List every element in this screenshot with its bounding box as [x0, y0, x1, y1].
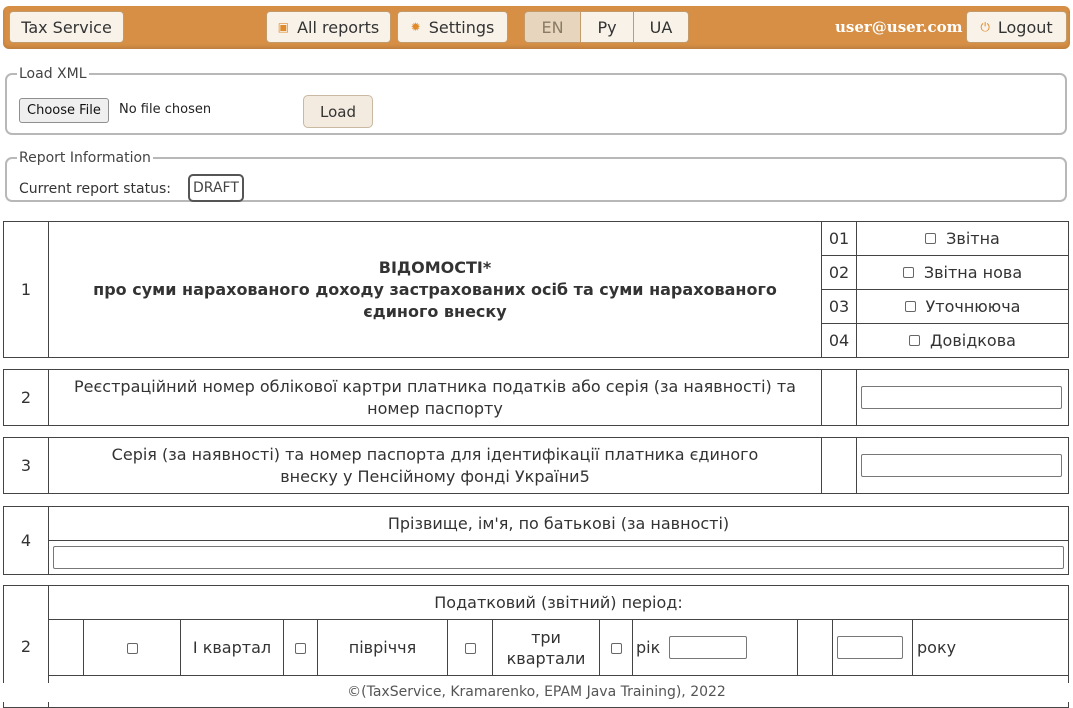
three-q-checkbox-cell — [447, 619, 493, 676]
q1-label: І квартал — [180, 619, 284, 676]
load-xml-legend: Load XML — [19, 66, 87, 82]
settings-label: Settings — [428, 17, 495, 37]
brand-label: Tax Service — [21, 17, 112, 37]
document-icon: ▣ — [277, 20, 290, 34]
half-checkbox-cell — [283, 619, 318, 676]
footer: ©(TaxService, Kramarenko, EPAM Java Trai… — [0, 683, 1073, 702]
full-name-input[interactable] — [53, 546, 1064, 569]
row-number: 1 — [3, 221, 49, 358]
user-email: user@user.com — [835, 18, 963, 36]
full-name-cell — [48, 540, 1069, 575]
q1-checkbox-cell — [83, 619, 181, 676]
tax-number-cell — [856, 369, 1069, 426]
full-name-label: Прізвище, ім'я, по батькові (за навності… — [48, 506, 1069, 541]
full-name-table: 4 Прізвище, ім'я, по батькові (за навнос… — [3, 506, 1069, 575]
all-reports-button[interactable]: ▣ All reports — [266, 11, 391, 43]
option-code: 04 — [821, 323, 857, 358]
year-input-cell — [832, 619, 913, 676]
status-badge: DRAFT — [188, 174, 244, 202]
utochnyuyucha-label: Уточнююча — [925, 297, 1021, 316]
dovidkova-checkbox[interactable] — [909, 335, 921, 346]
load-button[interactable]: Load — [303, 95, 373, 128]
report-info-section: Report Information Current report status… — [5, 150, 1067, 202]
load-xml-section: Load XML Choose File No file chosen Load — [5, 66, 1067, 135]
tax-number-input[interactable] — [861, 386, 1062, 409]
year-cell: рік — [632, 619, 798, 676]
lang-ua-button[interactable]: UA — [633, 11, 689, 43]
empty-cell — [797, 619, 833, 676]
row-number: 4 — [3, 506, 49, 575]
passport-table: 3 Серія (за наявності) та номер паспорта… — [3, 437, 1069, 494]
year-input-1[interactable] — [669, 636, 748, 659]
option-code: 02 — [821, 255, 857, 290]
lang-ru-button[interactable]: Ру — [580, 11, 634, 43]
year-suffix-label: року — [912, 619, 1069, 676]
report-title-line2: про суми нарахованого доходу застрахован… — [93, 279, 777, 321]
year-input-2[interactable] — [837, 636, 903, 659]
three-quarters-label: три квартали — [492, 619, 600, 676]
period-label: Податковий (звітний) період: — [48, 585, 1069, 620]
year-checkbox-cell — [599, 619, 633, 676]
year-checkbox[interactable] — [610, 643, 622, 654]
tax-number-table: 2 Реєстраційний номер облікової картри п… — [3, 369, 1069, 426]
option-code: 03 — [821, 289, 857, 324]
q1-checkbox[interactable] — [126, 643, 138, 654]
option-zvitna-nova[interactable]: Звітна нова — [856, 255, 1069, 290]
power-icon: ⏻ — [980, 20, 990, 34]
status-label: Current report status: — [19, 181, 171, 197]
logout-button[interactable]: ⏻ Logout — [966, 11, 1067, 43]
half-year-checkbox[interactable] — [295, 643, 306, 654]
language-switcher: EN Ру UA — [524, 11, 689, 43]
choose-file-button[interactable]: Choose File — [19, 98, 109, 123]
logout-label: Logout — [997, 17, 1053, 37]
report-type-table: 1 ВІДОМОСТІ* про суми нарахованого доход… — [3, 221, 1069, 358]
year-label: рік — [636, 638, 661, 657]
zvitna-label: Звітна — [946, 229, 1000, 248]
zvitna-checkbox[interactable] — [925, 233, 937, 244]
gear-icon: ✹ — [410, 20, 421, 34]
empty-cell — [821, 369, 857, 426]
dovidkova-label: Довідкова — [930, 331, 1016, 350]
tax-number-label: Реєстраційний номер облікової картри пла… — [48, 369, 822, 426]
three-quarters-checkbox[interactable] — [464, 643, 476, 654]
passport-input[interactable] — [861, 454, 1062, 477]
passport-label: Серія (за наявності) та номер паспорта д… — [48, 437, 822, 494]
report-info-legend: Report Information — [19, 150, 151, 166]
report-title-line1: ВІДОМОСТІ* — [378, 257, 492, 277]
row-number: 2 — [3, 369, 49, 426]
empty-cell — [821, 437, 857, 494]
top-navbar: Tax Service ▣ All reports ✹ Settings EN … — [3, 6, 1070, 49]
passport-cell — [856, 437, 1069, 494]
empty-cell — [48, 619, 84, 676]
row-number: 3 — [3, 437, 49, 494]
zvitna-nova-label: Звітна нова — [923, 263, 1023, 282]
lang-en-button[interactable]: EN — [524, 11, 581, 43]
settings-button[interactable]: ✹ Settings — [397, 11, 508, 43]
option-code: 01 — [821, 221, 857, 256]
file-status-text: No file chosen — [119, 102, 212, 117]
option-zvitna[interactable]: Звітна — [856, 221, 1069, 256]
utochnyuyucha-checkbox[interactable] — [904, 301, 916, 312]
all-reports-label: All reports — [297, 17, 380, 37]
report-title: ВІДОМОСТІ* про суми нарахованого доходу … — [48, 221, 822, 358]
brand-button[interactable]: Tax Service — [9, 11, 124, 43]
option-utochnyuyucha[interactable]: Уточнююча — [856, 289, 1069, 324]
option-dovidkova[interactable]: Довідкова — [856, 323, 1069, 358]
zvitna-nova-checkbox[interactable] — [902, 267, 914, 278]
half-year-label: півріччя — [317, 619, 448, 676]
